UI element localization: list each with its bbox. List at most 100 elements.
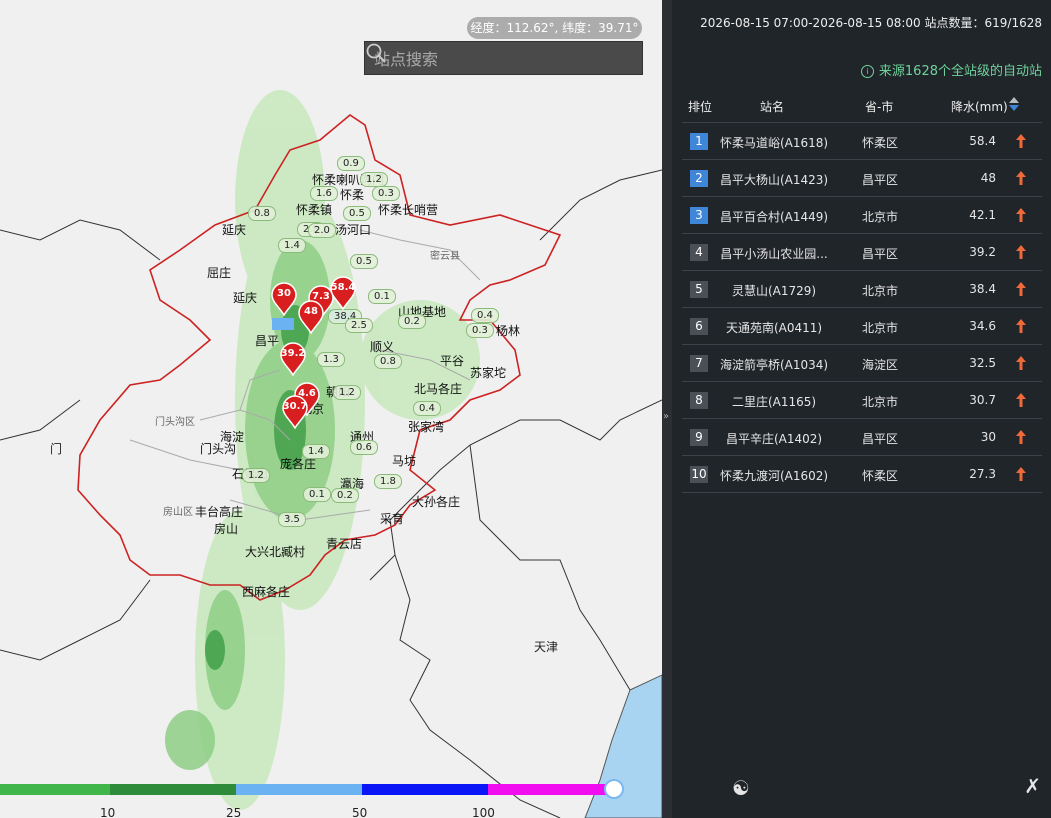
column-area: 省-市 xyxy=(865,100,894,114)
station-value[interactable]: 0.8 xyxy=(248,206,276,221)
station-name-cell[interactable]: 昌平百合村(A1449) xyxy=(714,208,834,225)
precip-marker[interactable]: 39.2 xyxy=(279,342,307,376)
table-row[interactable]: 4 昌平小汤山农业园... 昌平区 39.2 xyxy=(682,234,1042,271)
station-name[interactable]: 北马各庄 xyxy=(414,380,462,397)
rank-badge: 4 xyxy=(690,244,708,261)
station-value[interactable]: 1.4 xyxy=(278,238,306,253)
table-row[interactable]: 6 天通苑南(A0411) 北京市 34.6 xyxy=(682,308,1042,345)
station-value[interactable]: 0.1 xyxy=(368,289,396,304)
station-name[interactable]: 房山 xyxy=(214,520,238,537)
area-cell: 昌平区 xyxy=(861,247,898,261)
station-value[interactable]: 1.4 xyxy=(302,444,330,459)
legend-slider-handle[interactable] xyxy=(604,779,624,799)
station-value[interactable]: 0.6 xyxy=(350,440,378,455)
station-name-cell[interactable]: 二里庄(A1165) xyxy=(714,393,834,410)
station-name-cell[interactable]: 昌平大杨山(A1423) xyxy=(714,171,834,188)
station-value[interactable]: 1.8 xyxy=(374,474,402,489)
station-value[interactable]: 1.2 xyxy=(360,172,388,187)
station-name[interactable]: 苏家坨 xyxy=(470,364,506,381)
table-row[interactable]: 10 怀柔九渡河(A1602) 怀柔区 27.3 xyxy=(682,456,1042,493)
station-value[interactable]: 1.2 xyxy=(333,385,361,400)
rank-badge: 7 xyxy=(690,355,708,372)
station-value[interactable]: 2.5 xyxy=(345,318,373,333)
area-cell: 怀柔区 xyxy=(861,136,898,150)
station-value[interactable]: 0.3 xyxy=(372,186,400,201)
rank-badge: 8 xyxy=(690,392,708,409)
station-value[interactable]: 0.8 xyxy=(374,354,402,369)
station-value[interactable]: 0.1 xyxy=(303,487,331,502)
table-row[interactable]: 9 昌平辛庄(A1402) 昌平区 30 xyxy=(682,419,1042,456)
legend-tick: 25 xyxy=(226,806,242,818)
area-cell: 北京市 xyxy=(861,321,898,335)
station-name-cell[interactable]: 昌平辛庄(A1402) xyxy=(714,430,834,447)
station-name[interactable]: 采育 xyxy=(380,510,404,527)
column-value[interactable]: 降水(mm) xyxy=(951,98,1008,115)
ranking-panel: 2026-08-15 07:00-2026-08-15 08:00 站点数量：6… xyxy=(672,0,1051,818)
station-name[interactable]: 昌平 xyxy=(255,332,279,349)
precip-marker[interactable]: 48 xyxy=(297,300,325,334)
marker-value: 30.7 xyxy=(282,401,308,412)
station-name[interactable]: 门头沟 xyxy=(200,440,236,457)
station-name-cell[interactable]: 怀柔九渡河(A1602) xyxy=(714,467,834,484)
station-name[interactable]: 青云店 xyxy=(326,535,362,552)
table-row[interactable]: 1 怀柔马道峪(A1618) 怀柔区 58.4 xyxy=(682,123,1042,160)
station-value[interactable]: 0.5 xyxy=(350,254,378,269)
station-name[interactable]: 大兴北臧村 xyxy=(245,543,305,560)
station-value[interactable]: 3.5 xyxy=(278,512,306,527)
station-name[interactable]: 丰台高庄 xyxy=(195,503,243,520)
station-name[interactable]: 怀柔 xyxy=(340,186,364,203)
station-value[interactable]: 0.4 xyxy=(413,401,441,416)
station-name[interactable]: 延庆 xyxy=(233,289,257,306)
table-row[interactable]: 5 灵慧山(A1729) 北京市 38.4 xyxy=(682,271,1042,308)
station-name[interactable]: 延庆 xyxy=(222,221,246,238)
rank-badge: 1 xyxy=(690,133,708,150)
station-name-cell[interactable]: 怀柔马道峪(A1618) xyxy=(714,134,834,151)
table-row[interactable]: 7 海淀箭亭桥(A1034) 海淀区 32.5 xyxy=(682,345,1042,382)
table-row[interactable]: 3 昌平百合村(A1449) 北京市 42.1 xyxy=(682,197,1042,234)
station-value[interactable]: 0.9 xyxy=(337,156,365,171)
precip-value-cell: 32.5 xyxy=(969,356,996,370)
station-name[interactable]: 大孙各庄 xyxy=(412,493,460,510)
station-name[interactable]: 怀柔长哨营 xyxy=(378,201,438,218)
rank-badge: 3 xyxy=(690,207,708,224)
station-name[interactable]: 西麻各庄 xyxy=(242,583,290,600)
search-input[interactable] xyxy=(365,42,616,76)
station-name-cell[interactable]: 灵慧山(A1729) xyxy=(714,282,834,299)
station-name-cell[interactable]: 海淀箭亭桥(A1034) xyxy=(714,356,834,373)
precip-marker[interactable]: 30.7 xyxy=(281,395,309,429)
station-name[interactable]: 马坊 xyxy=(392,452,416,469)
precip-value-cell: 39.2 xyxy=(969,245,996,259)
table-row[interactable]: 8 二里庄(A1165) 北京市 30.7 xyxy=(682,382,1042,419)
station-value[interactable]: 1.3 xyxy=(317,352,345,367)
station-name[interactable]: 顺义 xyxy=(370,338,394,355)
region-label-miyun: 密云县 xyxy=(430,251,460,262)
map-view[interactable]: 经度：112.62°, 纬度：39.71° 密云县 门头沟区 房山区 天津 门 … xyxy=(0,0,662,818)
rank-badge: 10 xyxy=(690,466,708,483)
collapse-panel-icon[interactable]: » xyxy=(663,411,669,422)
legend-tick: 50 xyxy=(352,806,368,818)
station-value[interactable]: 0.5 xyxy=(343,206,371,221)
station-search[interactable] xyxy=(364,41,643,76)
station-name-cell[interactable]: 昌平小汤山农业园... xyxy=(714,245,834,262)
sort-icon[interactable] xyxy=(1008,96,1020,112)
station-name[interactable]: 张家湾 xyxy=(408,418,444,435)
coordinate-readout: 经度：112.62°, 纬度：39.71° xyxy=(467,17,642,39)
station-value[interactable]: 0.4 xyxy=(471,308,499,323)
station-value[interactable]: 1.2 xyxy=(242,468,270,483)
station-name[interactable]: 杨林 xyxy=(496,322,520,339)
precip-marker[interactable]: 30 xyxy=(270,282,298,316)
station-name[interactable]: 汤河口 xyxy=(335,221,371,238)
search-icon[interactable] xyxy=(365,42,387,64)
station-name[interactable]: 平谷 xyxy=(440,352,464,369)
station-value[interactable]: 0.2 xyxy=(398,314,426,329)
station-value[interactable]: 2.0 xyxy=(308,223,336,238)
station-name-cell[interactable]: 天通苑南(A0411) xyxy=(714,319,834,336)
station-value[interactable]: 0.2 xyxy=(331,488,359,503)
station-value[interactable]: 0.3 xyxy=(466,323,494,338)
station-name[interactable]: 怀柔镇 xyxy=(296,201,332,218)
table-row[interactable]: 2 昌平大杨山(A1423) 昌平区 48 xyxy=(682,160,1042,197)
station-name[interactable]: 屈庄 xyxy=(207,264,231,281)
precip-marker[interactable]: 58.4 xyxy=(329,276,357,310)
area-cell: 北京市 xyxy=(861,395,898,409)
station-value[interactable]: 1.6 xyxy=(310,186,338,201)
